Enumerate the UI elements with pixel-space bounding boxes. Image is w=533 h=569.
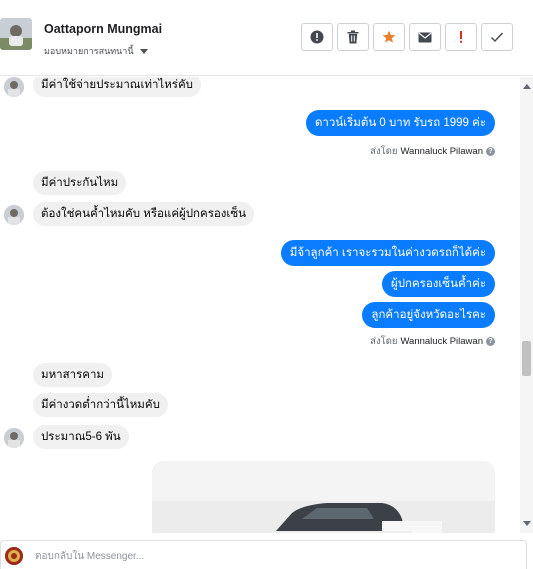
customer-avatar-small [4,428,24,448]
sent-by-prefix: ส่งโดย [370,146,398,157]
sender-name[interactable]: Wannaluck Pilawan [400,146,483,157]
delete-button[interactable] [337,23,369,51]
star-icon [382,30,396,43]
message-incoming: มีค่างวดต่ำกว่านี้ไหมคับ [33,393,168,417]
message-outgoing: มีจ้าลูกค้า เราจะรวมในค่างวดรถก็ได้ค่ะ [280,240,495,266]
assign-conversation-dropdown[interactable]: มอบหมายการสนทนานี้ [44,44,148,58]
customer-name[interactable]: Oattaporn Mungmai [44,22,162,36]
sender-name[interactable]: Wannaluck Pilawan [400,336,483,347]
message-outgoing: ดาวน์เริ่มต้น 0 บาท รับรถ 1999 ค่ะ [305,110,495,136]
exclamation-icon [460,31,462,43]
photo-attachment[interactable] [152,461,495,533]
scroll-thumb[interactable] [522,341,531,376]
message-incoming: มหาสารคาม [33,363,113,387]
scroll-down-arrow-icon[interactable] [523,521,531,526]
message-outgoing: ลูกค้าอยู่จังหวัดอะไรคะ [362,302,495,328]
customer-avatar-small [4,205,24,225]
message-incoming: ต้องใช่คนค้ำไหมคับ หรือแค่ผู้ปกครองเซ็น [33,202,255,226]
star-button[interactable] [373,23,405,51]
message-outgoing: ผู้ปกครองเซ็นค้ำค่ะ [381,271,495,297]
conversation-header: Oattaporn Mungmai มอบหมายการสนทนานี้ [0,0,533,76]
message-incoming: มีค่าประกันไหม [33,171,127,195]
info-icon[interactable]: ? [486,337,495,346]
sent-by-label: ส่งโดย Wannaluck Pilawan ? [370,144,495,159]
message-incoming: ประมาณ5-6 พัน [33,425,129,449]
envelope-icon [418,32,432,42]
follow-up-button[interactable] [445,23,477,51]
sent-by-label: ส่งโดย Wannaluck Pilawan ? [370,334,495,349]
reply-input[interactable] [35,548,495,564]
customer-avatar[interactable] [0,18,32,50]
alert-circle-icon [310,30,324,44]
mark-done-button[interactable] [481,23,513,51]
sent-by-prefix: ส่งโดย [370,336,398,347]
customer-avatar-small [4,77,24,97]
scroll-up-arrow-icon[interactable] [523,84,531,89]
mark-spam-button[interactable] [301,23,333,51]
checkmark-icon [491,32,504,43]
mark-unread-button[interactable] [409,23,441,51]
message-incoming: มีค่าใช้จ่ายประมาณเท่าไหร่คับ [33,77,201,97]
action-toolbar [301,23,513,51]
trash-icon [347,30,359,44]
assign-label: มอบหมายการสนทนานี้ [44,46,134,56]
info-icon[interactable]: ? [486,147,495,156]
page-avatar [5,547,23,565]
message-thread[interactable]: มีค่าใช้จ่ายประมาณเท่าไหร่คับ ดาวน์เริ่ม… [0,77,520,533]
reply-composer [0,540,527,569]
thread-scrollbar[interactable] [520,77,533,533]
chevron-down-icon [139,48,148,54]
